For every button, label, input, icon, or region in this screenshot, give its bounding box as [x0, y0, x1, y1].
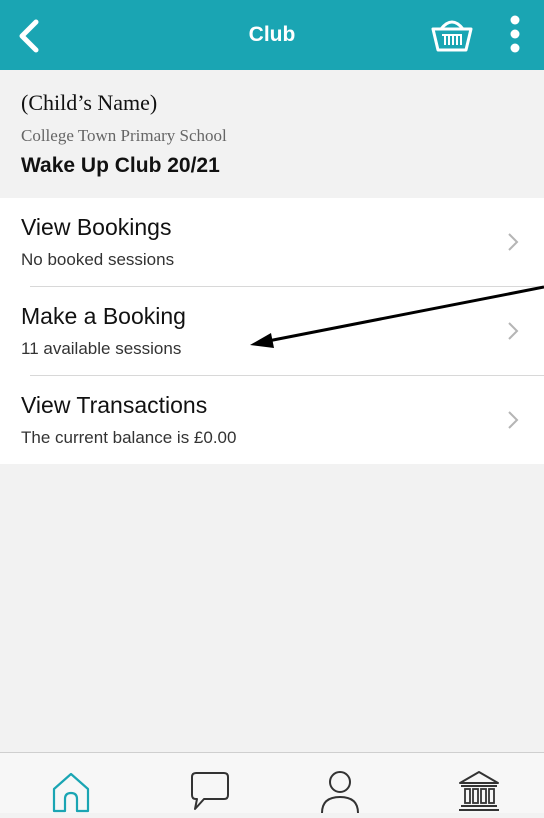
chat-icon: [191, 772, 229, 810]
club-menu-list: View Bookings No booked sessions Make a …: [0, 198, 544, 464]
tab-home[interactable]: [48, 769, 94, 813]
view-transactions-item[interactable]: View Transactions The current balance is…: [0, 376, 544, 464]
chevron-right-icon: [508, 233, 519, 251]
club-name: Wake Up Club 20/21: [21, 154, 220, 177]
view-bookings-item[interactable]: View Bookings No booked sessions: [0, 198, 544, 286]
menu-item-title: Make a Booking: [21, 303, 186, 329]
menu-item-title: View Transactions: [21, 392, 208, 418]
school-name: College Town Primary School: [21, 126, 227, 145]
menu-item-subtitle: 11 available sessions: [21, 339, 182, 358]
basket-icon: [431, 20, 473, 52]
tab-profile[interactable]: [317, 769, 363, 814]
top-app-bar: Club: [0, 0, 544, 70]
bank-icon: [459, 771, 499, 811]
chevron-right-icon: [508, 322, 519, 340]
menu-item-subtitle: No booked sessions: [21, 250, 175, 269]
more-vertical-icon: [510, 15, 520, 53]
menu-item-title: View Bookings: [21, 214, 172, 240]
club-header: (Child’s Name) College Town Primary Scho…: [0, 70, 544, 198]
child-name: (Child’s Name): [21, 90, 158, 115]
home-icon: [52, 772, 90, 813]
menu-item-subtitle: The current balance is £0.00: [21, 428, 237, 447]
tab-payments[interactable]: [456, 769, 502, 813]
profile-icon: [321, 771, 359, 814]
more-options-button[interactable]: [505, 14, 525, 54]
bottom-tab-bar: [0, 752, 544, 814]
basket-button[interactable]: [427, 17, 477, 53]
make-a-booking-item[interactable]: Make a Booking 11 available sessions: [0, 287, 544, 375]
tab-messages[interactable]: [186, 769, 232, 813]
chevron-right-icon: [508, 411, 519, 429]
